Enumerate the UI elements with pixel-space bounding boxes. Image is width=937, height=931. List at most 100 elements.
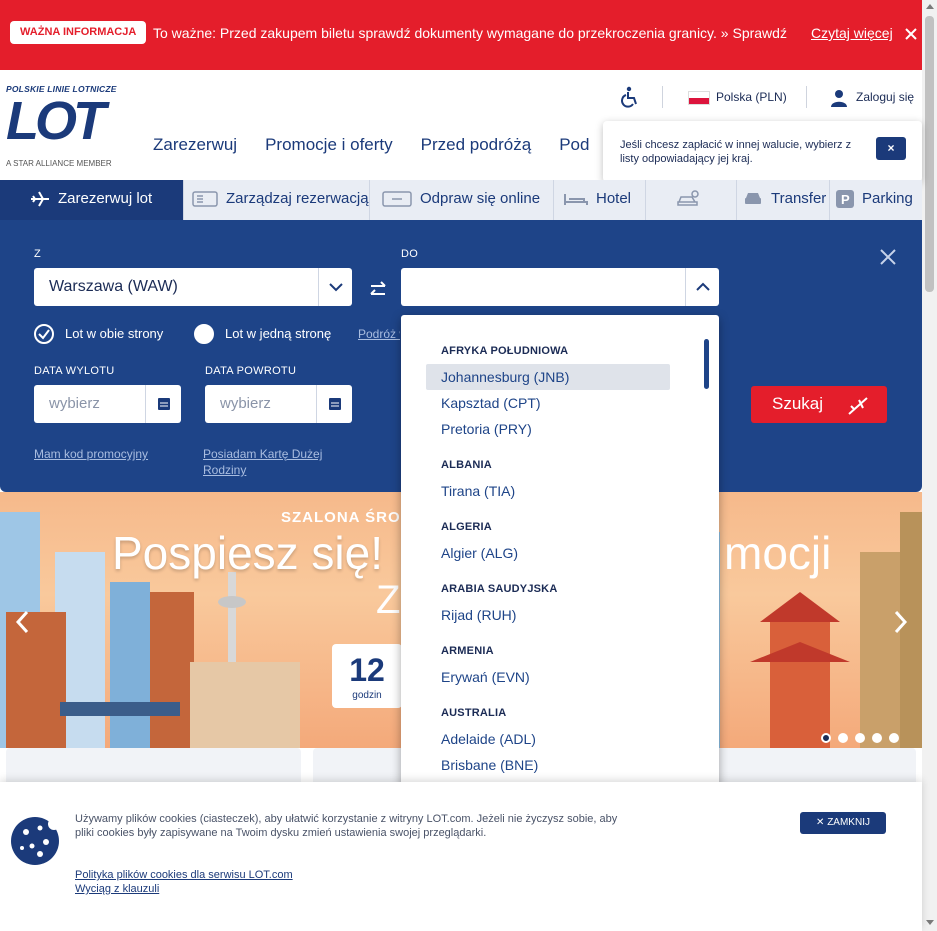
to-field[interactable]: [401, 268, 719, 306]
cookie-policy-link[interactable]: Polityka plików cookies dla serwisu LOT.…: [75, 869, 293, 881]
check-icon: [38, 329, 50, 340]
cookie-close-label: ZAMKNIJ: [827, 817, 870, 828]
important-info-bar: WAŻNA INFORMACJA To ważne: Przed zakupem…: [0, 0, 922, 70]
promo-code-link[interactable]: Mam kod promocyjny: [34, 446, 148, 462]
swap-icon[interactable]: [368, 278, 388, 302]
read-more-link[interactable]: Czytaj więcej: [811, 24, 893, 42]
return-date-label: DATA POWROTU: [205, 365, 297, 377]
carousel-dot[interactable]: [855, 733, 865, 743]
depart-calendar-button[interactable]: [145, 385, 181, 423]
tab-car-rental[interactable]: [646, 180, 737, 220]
tab-label: Odpraw się online: [420, 190, 541, 207]
poland-flag-icon: [688, 90, 710, 105]
banner-headline-end: mocji: [724, 527, 832, 579]
carousel-dot[interactable]: [872, 733, 882, 743]
airport-option[interactable]: Kapsztad (CPT): [426, 390, 670, 416]
banner-kicker: SZALONA ŚROD: [281, 509, 413, 526]
scroll-up-arrow-icon[interactable]: [926, 4, 934, 9]
nav-item-travel[interactable]: Pod: [559, 135, 589, 155]
carousel-dots: [821, 733, 899, 743]
chevron-right-icon[interactable]: [892, 610, 908, 634]
tab-label: Transfer: [771, 190, 827, 207]
group-label: AFRYKA POŁUDNIOWA: [441, 345, 569, 357]
tooltip-text: Jeśli chcesz zapłacić w innej walucie, w…: [620, 139, 852, 165]
calendar-icon: [158, 398, 170, 410]
chevron-up-icon: [696, 282, 710, 291]
search-label: Szukaj: [772, 394, 824, 413]
alert-text: To ważne: Przed zakupem biletu sprawdź d…: [153, 25, 791, 41]
from-field[interactable]: Warszawa (WAW): [34, 268, 352, 306]
airport-option[interactable]: Pretoria (PRY): [426, 416, 670, 442]
star-alliance-label: A STAR ALLIANCE MEMBER: [6, 159, 112, 168]
depart-date-field[interactable]: wybierz: [34, 385, 181, 423]
carousel-dot[interactable]: [889, 733, 899, 743]
airport-option[interactable]: Erywań (EVN): [426, 664, 670, 690]
depart-date-label: DATA WYLOTU: [34, 365, 115, 377]
group-label: ALBANIA: [441, 459, 492, 471]
nav-item-promotions[interactable]: Promocje i oferty: [265, 135, 393, 155]
to-dropdown-button[interactable]: [685, 268, 719, 306]
tab-manage-booking[interactable]: Zarządzaj rezerwacją: [184, 180, 370, 220]
group-label: ALGERIA: [441, 521, 492, 533]
tab-parking[interactable]: P Parking: [830, 180, 922, 220]
tab-hotel[interactable]: Hotel: [554, 180, 646, 220]
airport-option[interactable]: Tirana (TIA): [426, 478, 670, 504]
to-label: DO: [401, 248, 419, 260]
airport-option[interactable]: Adelaide (ADL): [426, 726, 670, 752]
nav-item-before-travel[interactable]: Przed podróżą: [421, 135, 532, 155]
lot-logo[interactable]: POLSKIE LINIE LOTNICZE LOT A STAR ALLIAN…: [6, 84, 136, 174]
tab-book-flight[interactable]: Zarezerwuj lot: [0, 180, 184, 220]
cookie-icon: [11, 817, 60, 865]
chevron-left-icon[interactable]: [15, 610, 31, 634]
nav-item-book[interactable]: Zarezerwuj: [153, 135, 237, 155]
return-calendar-button[interactable]: [316, 385, 352, 423]
logo-brand: LOT: [6, 91, 106, 151]
family-card-link[interactable]: Posiadam Kartę Dużej Rodziny: [203, 446, 353, 478]
airport-option[interactable]: Johannesburg (JNB): [426, 364, 670, 390]
search-button[interactable]: Szukaj: [751, 386, 887, 423]
chevron-down-icon: [329, 283, 343, 292]
group-label: ARMENIA: [441, 645, 494, 657]
login-link[interactable]: Zaloguj się: [830, 86, 914, 108]
carousel-dot[interactable]: [821, 733, 831, 743]
dropdown-scroll-thumb[interactable]: [704, 339, 709, 389]
one-way-label: Lot w jedną stronę: [225, 326, 332, 341]
page-scrollbar[interactable]: [922, 0, 937, 931]
destination-dropdown: AFRYKA POŁUDNIOWA Johannesburg (JNB) Kap…: [401, 315, 719, 799]
tooltip-close-button[interactable]: ×: [876, 137, 906, 160]
from-label: Z: [34, 248, 42, 260]
from-dropdown-button[interactable]: [318, 268, 352, 306]
main-navigation: Zarezerwuj Promocje i oferty Przed podró…: [153, 135, 589, 155]
cookie-clause-link[interactable]: Wyciąg z klauzuli: [75, 883, 159, 895]
airport-option[interactable]: Rijad (RUH): [426, 602, 670, 628]
close-icon[interactable]: [904, 26, 918, 42]
accessibility-icon[interactable]: [620, 86, 640, 108]
close-icon: ✕: [816, 817, 828, 828]
header-divider: [806, 86, 807, 108]
tab-check-in[interactable]: Odpraw się online: [370, 180, 554, 220]
tab-label: Zarządzaj rezerwacją: [226, 190, 369, 207]
scroll-thumb[interactable]: [925, 16, 934, 292]
from-value: Warszawa (WAW): [49, 278, 178, 295]
banner-headline: Pospiesz się!: [112, 527, 384, 579]
round-trip-radio[interactable]: [34, 324, 54, 344]
carousel-dot[interactable]: [838, 733, 848, 743]
return-date-field[interactable]: wybierz: [205, 385, 352, 423]
taxi-icon: [745, 193, 761, 205]
airport-option[interactable]: Brisbane (BNE): [426, 752, 670, 778]
login-label: Zaloguj się: [856, 90, 915, 104]
multi-city-link[interactable]: Podróż w: [358, 326, 400, 342]
car-rental-icon: [677, 190, 699, 206]
scroll-down-arrow-icon[interactable]: [926, 920, 934, 925]
ticket-icon: [192, 191, 218, 207]
tab-transfer[interactable]: Transfer: [737, 180, 830, 220]
airport-option[interactable]: Algier (ALG): [426, 540, 670, 566]
country-label: Polska (PLN): [716, 90, 787, 104]
country-selector[interactable]: Polska (PLN): [688, 86, 787, 108]
one-way-radio[interactable]: [194, 324, 214, 344]
group-label: AUSTRALIA: [441, 707, 507, 719]
cookie-close-button[interactable]: ✕ ZAMKNIJ: [800, 812, 886, 834]
calendar-icon: [329, 398, 341, 410]
cookie-banner: Używamy plików cookies (ciasteczek), aby…: [0, 782, 922, 931]
close-panel-icon[interactable]: [879, 248, 897, 266]
